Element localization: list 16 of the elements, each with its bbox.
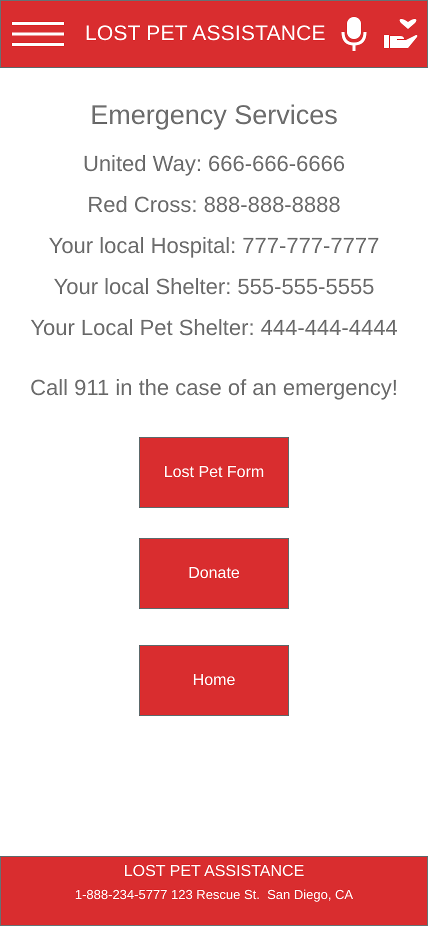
microphone-icon[interactable]	[340, 17, 368, 51]
section-heading: Emergency Services	[90, 100, 338, 131]
nav-button[interactable]: Home	[139, 645, 289, 716]
contact-line: Your local Hospital: 777-777-7777	[48, 232, 380, 260]
menu-icon[interactable]	[12, 22, 64, 46]
nav-button[interactable]: Lost Pet Form	[139, 437, 289, 508]
contact-line: United Way: 666-666-6666	[82, 150, 346, 178]
emergency-notice: Call 911 in the case of an emergency!	[30, 374, 398, 402]
footer-title: LOST PET ASSISTANCE	[124, 862, 304, 882]
app-title: LOST PET ASSISTANCE	[85, 22, 326, 46]
contact-line: Your Local Pet Shelter: 444-444-4444	[30, 314, 398, 342]
nav-button[interactable]: Donate	[139, 538, 289, 609]
contact-line: Red Cross: 888-888-8888	[87, 191, 341, 219]
hand-heart-icon[interactable]	[384, 19, 418, 49]
contact-line: Your local Shelter: 555-555-5555	[54, 273, 374, 301]
footer-contact: 1-888-234-5777 123 Rescue St. San Diego, CA	[74, 886, 354, 904]
